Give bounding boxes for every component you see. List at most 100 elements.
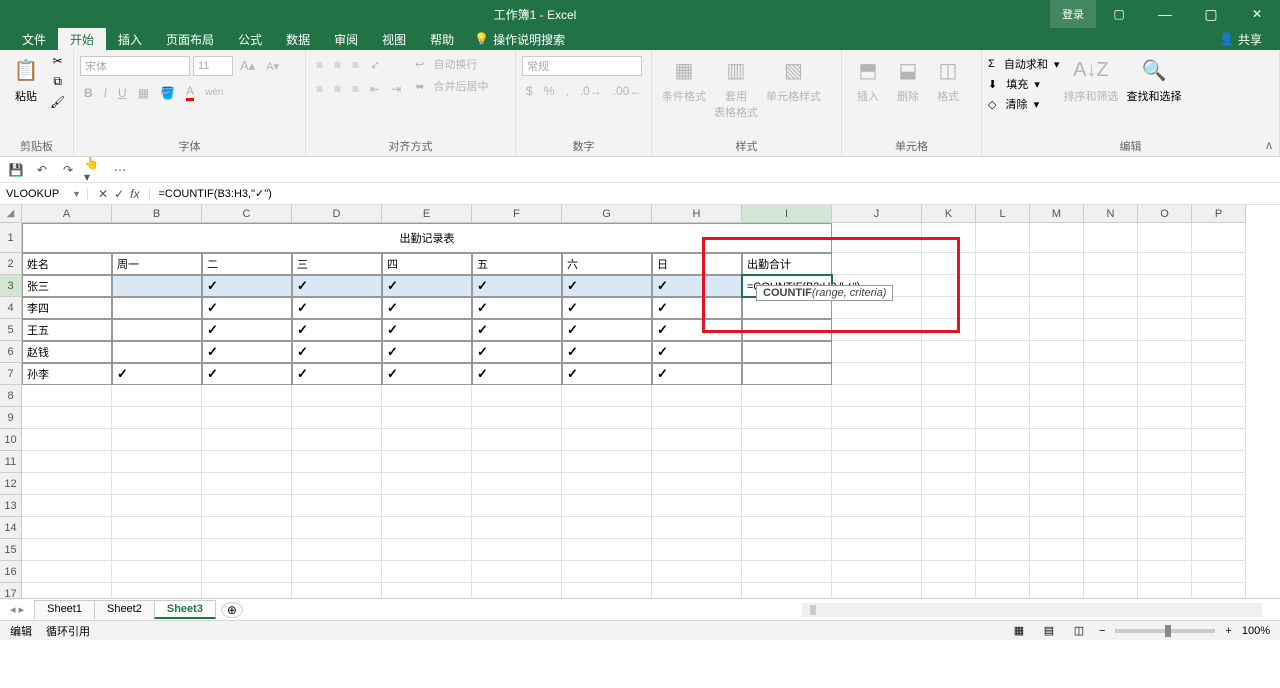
cell-C6[interactable]: ✓ xyxy=(202,341,292,363)
cell-D17[interactable] xyxy=(292,583,382,598)
cell-F7[interactable]: ✓ xyxy=(472,363,562,385)
font-color-button[interactable]: A xyxy=(182,82,198,103)
restore-button[interactable]: ▢ xyxy=(1188,0,1234,28)
cell-P17[interactable] xyxy=(1192,583,1246,598)
increase-decimal-button[interactable]: .0→ xyxy=(576,82,606,100)
wrap-text-button[interactable]: ↩ 自动换行 xyxy=(415,56,488,72)
cell-F11[interactable] xyxy=(472,451,562,473)
minimize-button[interactable]: — xyxy=(1142,0,1188,28)
cell-P15[interactable] xyxy=(1192,539,1246,561)
fx-button[interactable]: fx xyxy=(130,187,139,201)
cell-C7[interactable]: ✓ xyxy=(202,363,292,385)
cell-M9[interactable] xyxy=(1030,407,1084,429)
cell-D12[interactable] xyxy=(292,473,382,495)
row-header-10[interactable]: 10 xyxy=(0,429,22,451)
cell-N16[interactable] xyxy=(1084,561,1138,583)
cell-G10[interactable] xyxy=(562,429,652,451)
cell-O7[interactable] xyxy=(1138,363,1192,385)
cell-E11[interactable] xyxy=(382,451,472,473)
row-header-1[interactable]: 1 xyxy=(0,223,22,253)
sheet-tab-sheet2[interactable]: Sheet2 xyxy=(94,600,155,619)
cell-D11[interactable] xyxy=(292,451,382,473)
cell-P7[interactable] xyxy=(1192,363,1246,385)
cell-P12[interactable] xyxy=(1192,473,1246,495)
cell-N12[interactable] xyxy=(1084,473,1138,495)
cell-P2[interactable] xyxy=(1192,253,1246,275)
cell-O4[interactable] xyxy=(1138,297,1192,319)
cell-O5[interactable] xyxy=(1138,319,1192,341)
cell-I11[interactable] xyxy=(742,451,832,473)
cell-H7[interactable]: ✓ xyxy=(652,363,742,385)
cell-J9[interactable] xyxy=(832,407,922,429)
col-header-P[interactable]: P xyxy=(1192,205,1246,223)
cell-E7[interactable]: ✓ xyxy=(382,363,472,385)
cell-I5[interactable] xyxy=(742,319,832,341)
tab-home[interactable]: 开始 xyxy=(58,28,106,51)
cell-P6[interactable] xyxy=(1192,341,1246,363)
cell-N15[interactable] xyxy=(1084,539,1138,561)
cell-P16[interactable] xyxy=(1192,561,1246,583)
cell-B2[interactable]: 周一 xyxy=(112,253,202,275)
delete-cells-button[interactable]: ⬓ 删除 xyxy=(888,52,928,106)
cell-L7[interactable] xyxy=(976,363,1030,385)
cell-E15[interactable] xyxy=(382,539,472,561)
cell-O14[interactable] xyxy=(1138,517,1192,539)
cell-N5[interactable] xyxy=(1084,319,1138,341)
cell-C11[interactable] xyxy=(202,451,292,473)
select-all-corner[interactable]: ◢ xyxy=(0,205,22,223)
view-page-break-button[interactable]: ◫ xyxy=(1069,623,1089,639)
increase-indent-button[interactable]: ⇥ xyxy=(387,80,405,98)
cell-B7[interactable]: ✓ xyxy=(112,363,202,385)
cell-I9[interactable] xyxy=(742,407,832,429)
cell-P10[interactable] xyxy=(1192,429,1246,451)
cell-B8[interactable] xyxy=(112,385,202,407)
fill-button[interactable]: ⬇ 填充 ▾ xyxy=(988,76,1059,92)
cell-N10[interactable] xyxy=(1084,429,1138,451)
cell-J6[interactable] xyxy=(832,341,922,363)
align-left-button[interactable]: ≡ xyxy=(312,80,327,98)
cell-K9[interactable] xyxy=(922,407,976,429)
cell-O6[interactable] xyxy=(1138,341,1192,363)
cell-B17[interactable] xyxy=(112,583,202,598)
collapse-ribbon-button[interactable]: ʌ xyxy=(1266,138,1272,152)
cell-C10[interactable] xyxy=(202,429,292,451)
cell-D14[interactable] xyxy=(292,517,382,539)
cell-E5[interactable]: ✓ xyxy=(382,319,472,341)
cell-L11[interactable] xyxy=(976,451,1030,473)
col-header-H[interactable]: H xyxy=(652,205,742,223)
cell-H17[interactable] xyxy=(652,583,742,598)
cell-E9[interactable] xyxy=(382,407,472,429)
percent-format-button[interactable]: % xyxy=(540,82,559,100)
row-header-16[interactable]: 16 xyxy=(0,561,22,583)
cell-D16[interactable] xyxy=(292,561,382,583)
cell-J14[interactable] xyxy=(832,517,922,539)
cell-H2[interactable]: 日 xyxy=(652,253,742,275)
row-header-6[interactable]: 6 xyxy=(0,341,22,363)
tell-me-search[interactable]: 💡 操作说明搜索 xyxy=(474,31,565,48)
borders-button[interactable]: ▦ xyxy=(134,84,153,102)
format-painter-button[interactable]: 🖌 xyxy=(46,93,69,111)
align-middle-button[interactable]: ≡ xyxy=(330,56,345,74)
cell-E17[interactable] xyxy=(382,583,472,598)
cell-L9[interactable] xyxy=(976,407,1030,429)
cell-O15[interactable] xyxy=(1138,539,1192,561)
cell-H14[interactable] xyxy=(652,517,742,539)
cell-C8[interactable] xyxy=(202,385,292,407)
col-header-A[interactable]: A xyxy=(22,205,112,223)
cell-C14[interactable] xyxy=(202,517,292,539)
cell-B13[interactable] xyxy=(112,495,202,517)
cell-P1[interactable] xyxy=(1192,223,1246,253)
cell-D15[interactable] xyxy=(292,539,382,561)
col-header-F[interactable]: F xyxy=(472,205,562,223)
cell-E8[interactable] xyxy=(382,385,472,407)
cell-C5[interactable]: ✓ xyxy=(202,319,292,341)
cell-K14[interactable] xyxy=(922,517,976,539)
cell-O17[interactable] xyxy=(1138,583,1192,598)
cell-M13[interactable] xyxy=(1030,495,1084,517)
row-header-13[interactable]: 13 xyxy=(0,495,22,517)
cell-L13[interactable] xyxy=(976,495,1030,517)
cell-I15[interactable] xyxy=(742,539,832,561)
tab-data[interactable]: 数据 xyxy=(274,28,322,51)
view-normal-button[interactable]: ▦ xyxy=(1009,623,1029,639)
cell-H8[interactable] xyxy=(652,385,742,407)
